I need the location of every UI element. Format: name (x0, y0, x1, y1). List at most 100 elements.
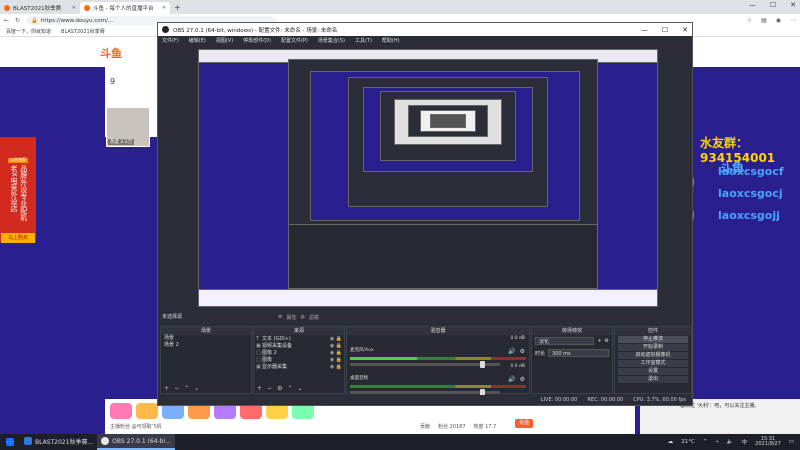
left-advertisement[interactable]: 斗鱼独家 老X电竞外设店 品牌外设专业配机 (0, 137, 36, 242)
selected-source-label: 未选择源 (162, 314, 183, 320)
speaker-icon[interactable]: 🔊 (508, 348, 515, 355)
douyu-logo[interactable]: 斗鱼 (100, 45, 122, 61)
scene-item[interactable]: 场景 (161, 335, 251, 342)
speaker-icon[interactable]: 🔊 (508, 376, 515, 383)
stat-item: 粉丝 20187 (438, 424, 466, 430)
remove-icon[interactable]: − (267, 385, 272, 392)
edge-icon (24, 437, 32, 445)
start-button[interactable] (0, 434, 20, 450)
network-icon[interactable]: ⌁ (715, 439, 718, 445)
virtual-camera-button[interactable]: 启动虚拟摄像机 (618, 352, 688, 359)
taskbar-app-browser[interactable]: BLAST2021秋季赛... (20, 434, 97, 450)
filters-button[interactable]: 滤镜 (309, 314, 319, 321)
taskbar-app-label: BLAST2021秋季赛... (35, 438, 94, 446)
move-up-icon[interactable]: ⌃ (184, 385, 189, 392)
new-tab-button[interactable]: + (174, 3, 181, 12)
menu-docks[interactable]: 停靠部件(D) (243, 37, 271, 44)
menu-file[interactable]: 文件(F) (162, 37, 179, 44)
bookmark-item[interactable]: BLAST2021秋季赛 (61, 28, 105, 35)
volume-slider[interactable] (350, 389, 500, 396)
gear-icon[interactable]: ⚙ (520, 376, 525, 383)
add-icon[interactable]: + (257, 385, 262, 392)
remove-icon[interactable]: − (174, 385, 179, 392)
source-item[interactable]: ▣ 视频采集设备 ◉ 🔒 (254, 342, 344, 350)
menu-scene-collection[interactable]: 场景集合(S) (318, 37, 345, 44)
browser-tab-blast[interactable]: BLAST2021秋季赛 ✕ (0, 2, 80, 14)
notification-icon[interactable]: ▭ (789, 439, 794, 445)
duration-input[interactable]: 300 ms (548, 349, 609, 357)
studio-mode-button[interactable]: 工作室模式 (618, 360, 688, 367)
close-icon[interactable]: ✕ (162, 5, 166, 11)
add-icon[interactable]: + (597, 338, 601, 344)
browser-tab-douyu[interactable]: 斗鱼 - 每个人的直播平台 ✕ (80, 2, 170, 14)
controls-title: 控件 (615, 327, 691, 335)
close-window-icon[interactable]: ✕ (790, 1, 796, 9)
eye-icon[interactable]: ◉ 🔒 (330, 364, 342, 370)
source-item[interactable]: ▢ 图像 2 ◉ 🔒 (254, 349, 344, 357)
chevron-up-icon[interactable]: ⌃ (703, 439, 708, 445)
system-tray: ☁ 21°C ⌃ ⌁ 🔈 中 15:31 2021/9/27 ▭ (668, 436, 800, 448)
menu-view[interactable]: 视图(V) (216, 37, 233, 44)
scene-item[interactable]: 场景 2 (161, 342, 251, 349)
menu-profile[interactable]: 配置文件(P) (281, 37, 308, 44)
gift-item[interactable] (110, 403, 132, 419)
menu-edit[interactable]: 编辑(E) (189, 37, 206, 44)
ime-icon[interactable]: 中 (742, 438, 748, 446)
stop-streaming-button[interactable]: 停止推流 (618, 336, 688, 343)
move-up-icon[interactable]: ⌃ (287, 385, 292, 392)
back-icon[interactable]: ← (4, 17, 9, 24)
eye-icon[interactable]: ◉ 🔒 (330, 350, 342, 356)
chat-username[interactable]: laoxcsgojj (718, 209, 780, 222)
gear-icon[interactable]: ⚙ (278, 314, 282, 321)
gear-icon[interactable]: ⚙ (605, 338, 609, 344)
taskbar-app-obs[interactable]: OBS 27.0.1 (64-bi... (97, 434, 175, 450)
menu-tools[interactable]: 工具(T) (355, 37, 372, 44)
reload-icon[interactable]: ↻ (15, 17, 20, 24)
channel-db: 0.0 dB (510, 336, 525, 341)
chat-group-text: 水友群：934154001 (700, 136, 776, 165)
source-toolbar: ⚙ 属性 ◍ 滤镜 (278, 314, 319, 321)
source-item[interactable]: T 文本 (GDI+) ◉ 🔒 (254, 335, 344, 343)
close-icon[interactable]: ✕ (72, 5, 76, 11)
gear-icon[interactable]: ⚙ (277, 385, 282, 392)
weather-text[interactable]: 21°C (681, 439, 695, 445)
source-label: 文本 (GDI+) (262, 336, 291, 342)
obs-preview[interactable] (198, 49, 658, 307)
minimize-icon[interactable]: — (749, 1, 756, 9)
speaker-icon[interactable]: 🔈 (727, 439, 734, 445)
gear-icon[interactable]: ⚙ (520, 348, 525, 355)
move-down-icon[interactable]: ⌄ (194, 385, 199, 392)
move-down-icon[interactable]: ⌄ (297, 385, 302, 392)
collections-icon[interactable]: ▤ (761, 17, 767, 24)
eye-icon[interactable]: ◉ 🔒 (330, 336, 342, 342)
close-window-icon[interactable]: ✕ (682, 26, 688, 34)
source-item[interactable]: ▢ 图像 ◉ 🔒 (254, 356, 344, 364)
stat-item: 热度 17.7 (473, 424, 497, 430)
chat-username[interactable]: laoxcsgocf (718, 165, 784, 178)
gift-item[interactable] (136, 403, 158, 419)
favorite-icon[interactable]: ☆ (747, 17, 752, 24)
filter-icon[interactable]: ◍ (301, 314, 305, 321)
profile-icon[interactable]: ◉ (776, 17, 781, 24)
maximize-icon[interactable]: ☐ (770, 1, 776, 9)
transition-select[interactable]: 淡化 (535, 337, 595, 345)
eye-icon[interactable]: ◉ 🔒 (330, 357, 342, 363)
tab-favicon-icon (4, 5, 10, 11)
menu-icon[interactable]: ⋯ (790, 17, 796, 24)
properties-button[interactable]: 属性 (286, 314, 296, 321)
source-item[interactable]: ▣ 显示器采集 ◉ 🔒 (254, 363, 344, 371)
add-icon[interactable]: + (164, 385, 169, 392)
menu-help[interactable]: 帮助(H) (382, 37, 400, 44)
exit-button[interactable]: 退出 (618, 376, 688, 383)
ad-buy-button[interactable]: 马上购买 (1, 233, 35, 243)
eye-icon[interactable]: ◉ 🔒 (330, 343, 342, 349)
recharge-button[interactable]: 充值 (515, 419, 533, 428)
sources-toolbar: + − ⚙ ⌃ ⌄ (257, 385, 303, 392)
bookmark-item[interactable]: 百度一下，你就知道 (6, 28, 51, 35)
clock[interactable]: 15:31 2021/9/27 (755, 436, 781, 448)
settings-button[interactable]: 设置 (618, 368, 688, 375)
start-recording-button[interactable]: 开始录制 (618, 344, 688, 351)
minimize-icon[interactable]: — (641, 26, 648, 34)
chat-username[interactable]: laoxcsgocj (718, 187, 783, 200)
maximize-icon[interactable]: ☐ (662, 26, 668, 34)
